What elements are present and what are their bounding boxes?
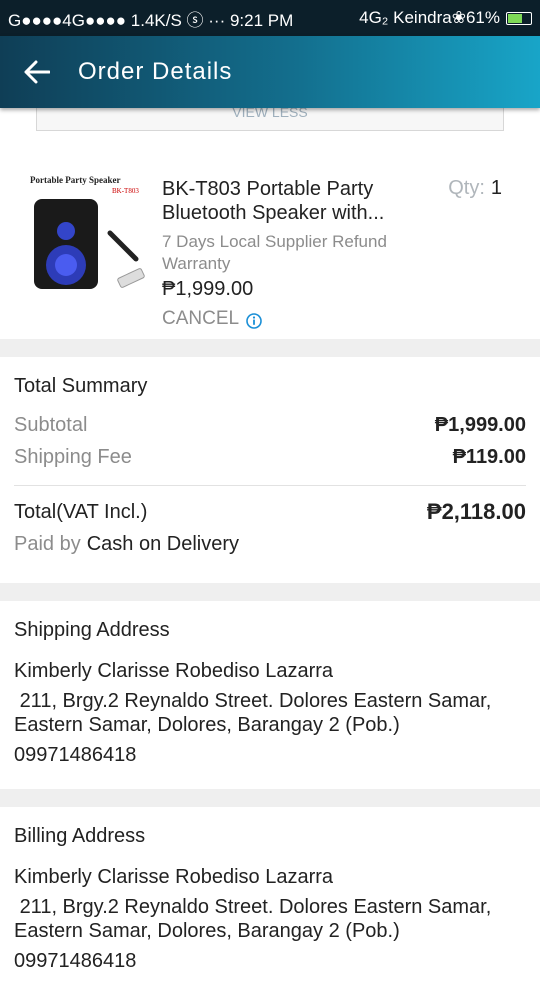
product-thumbnail: Portable Party Speaker BK-T803 bbox=[26, 173, 152, 301]
subtotal-row: Subtotal ₱1,999.00 bbox=[14, 409, 526, 441]
shipping-fee-label: Shipping Fee bbox=[14, 445, 132, 468]
shipping-fee-value: ₱119.00 bbox=[452, 445, 526, 468]
view-less-button[interactable]: VIEW LESS bbox=[36, 108, 504, 131]
billing-phone: 09971486418 bbox=[14, 950, 137, 972]
subtotal-label: Subtotal bbox=[14, 413, 88, 436]
billing-title: Billing Address bbox=[14, 825, 146, 847]
billing-address-card: Billing Address Kimberly Clarisse Robedi… bbox=[0, 807, 540, 995]
thumb-caption: Portable Party Speaker bbox=[30, 175, 120, 185]
shipping-street: 211, Brgy.2 Reynaldo Street. Dolores Eas… bbox=[14, 690, 497, 736]
paid-by-label: Paid by bbox=[14, 532, 81, 555]
payment-method: Cash on Delivery bbox=[86, 532, 240, 555]
info-icon[interactable] bbox=[245, 312, 263, 330]
payment-row: Paid by Cash on Delivery bbox=[14, 528, 526, 560]
shipping-address-card: Shipping Address Kimberly Clarisse Robed… bbox=[0, 601, 540, 789]
billing-name: Kimberly Clarisse Robediso Lazarra bbox=[14, 866, 334, 888]
warranty-text: 7 Days Local Supplier Refund Warranty bbox=[162, 232, 387, 273]
shipping-fee-row: Shipping Fee ₱119.00 bbox=[14, 441, 526, 473]
subtotal-value: ₱1,999.00 bbox=[434, 413, 526, 436]
shipping-phone: 09971486418 bbox=[14, 744, 137, 766]
order-content: VIEW LESS Portable Party Speaker BK-T803… bbox=[0, 108, 540, 995]
qty-label: Qty: bbox=[448, 177, 485, 199]
total-summary-card: Total Summary Subtotal ₱1,999.00 Shippin… bbox=[0, 357, 540, 583]
status-left: G●●●●4G●●●● 1.4K/S ⓢ ··· 9:21 PM bbox=[8, 10, 294, 30]
order-item-card: VIEW LESS Portable Party Speaker BK-T803… bbox=[0, 108, 540, 339]
quantity: Qty: 1 bbox=[448, 177, 502, 200]
order-status: CANCEL bbox=[162, 308, 263, 330]
total-label: Total(VAT Incl.) bbox=[14, 500, 148, 523]
order-item[interactable]: Portable Party Speaker BK-T803 BK-T803 P… bbox=[0, 131, 540, 339]
back-button[interactable] bbox=[20, 55, 54, 89]
total-row: Total(VAT Incl.) ₱2,118.00 bbox=[14, 496, 526, 528]
total-value: ₱2,118.00 bbox=[426, 499, 526, 524]
status-label: CANCEL bbox=[162, 308, 240, 329]
item-price: ₱1,999.00 bbox=[162, 278, 254, 300]
shipping-title: Shipping Address bbox=[14, 619, 170, 641]
top-app-bar: Order Details bbox=[0, 36, 540, 108]
speaker-image: Portable Party Speaker BK-T803 bbox=[26, 173, 152, 301]
billing-street: 211, Brgy.2 Reynaldo Street. Dolores Eas… bbox=[14, 896, 497, 942]
page-title: Order Details bbox=[78, 58, 233, 85]
summary-divider bbox=[14, 485, 526, 486]
product-name: BK-T803 Portable Party Bluetooth Speaker… bbox=[162, 178, 385, 224]
shipping-name: Kimberly Clarisse Robediso Lazarra bbox=[14, 660, 334, 682]
qty-value: 1 bbox=[490, 177, 502, 199]
status-bar: G●●●●4G●●●● 1.4K/S ⓢ ··· 9:21 PM 4G₂ Kei… bbox=[0, 0, 540, 36]
back-arrow-icon bbox=[24, 60, 50, 84]
battery-icon bbox=[506, 11, 532, 25]
summary-title: Total Summary bbox=[14, 375, 148, 397]
status-right: 4G₂ Keindra❀61% bbox=[359, 8, 500, 27]
thumb-model: BK-T803 bbox=[112, 187, 139, 195]
